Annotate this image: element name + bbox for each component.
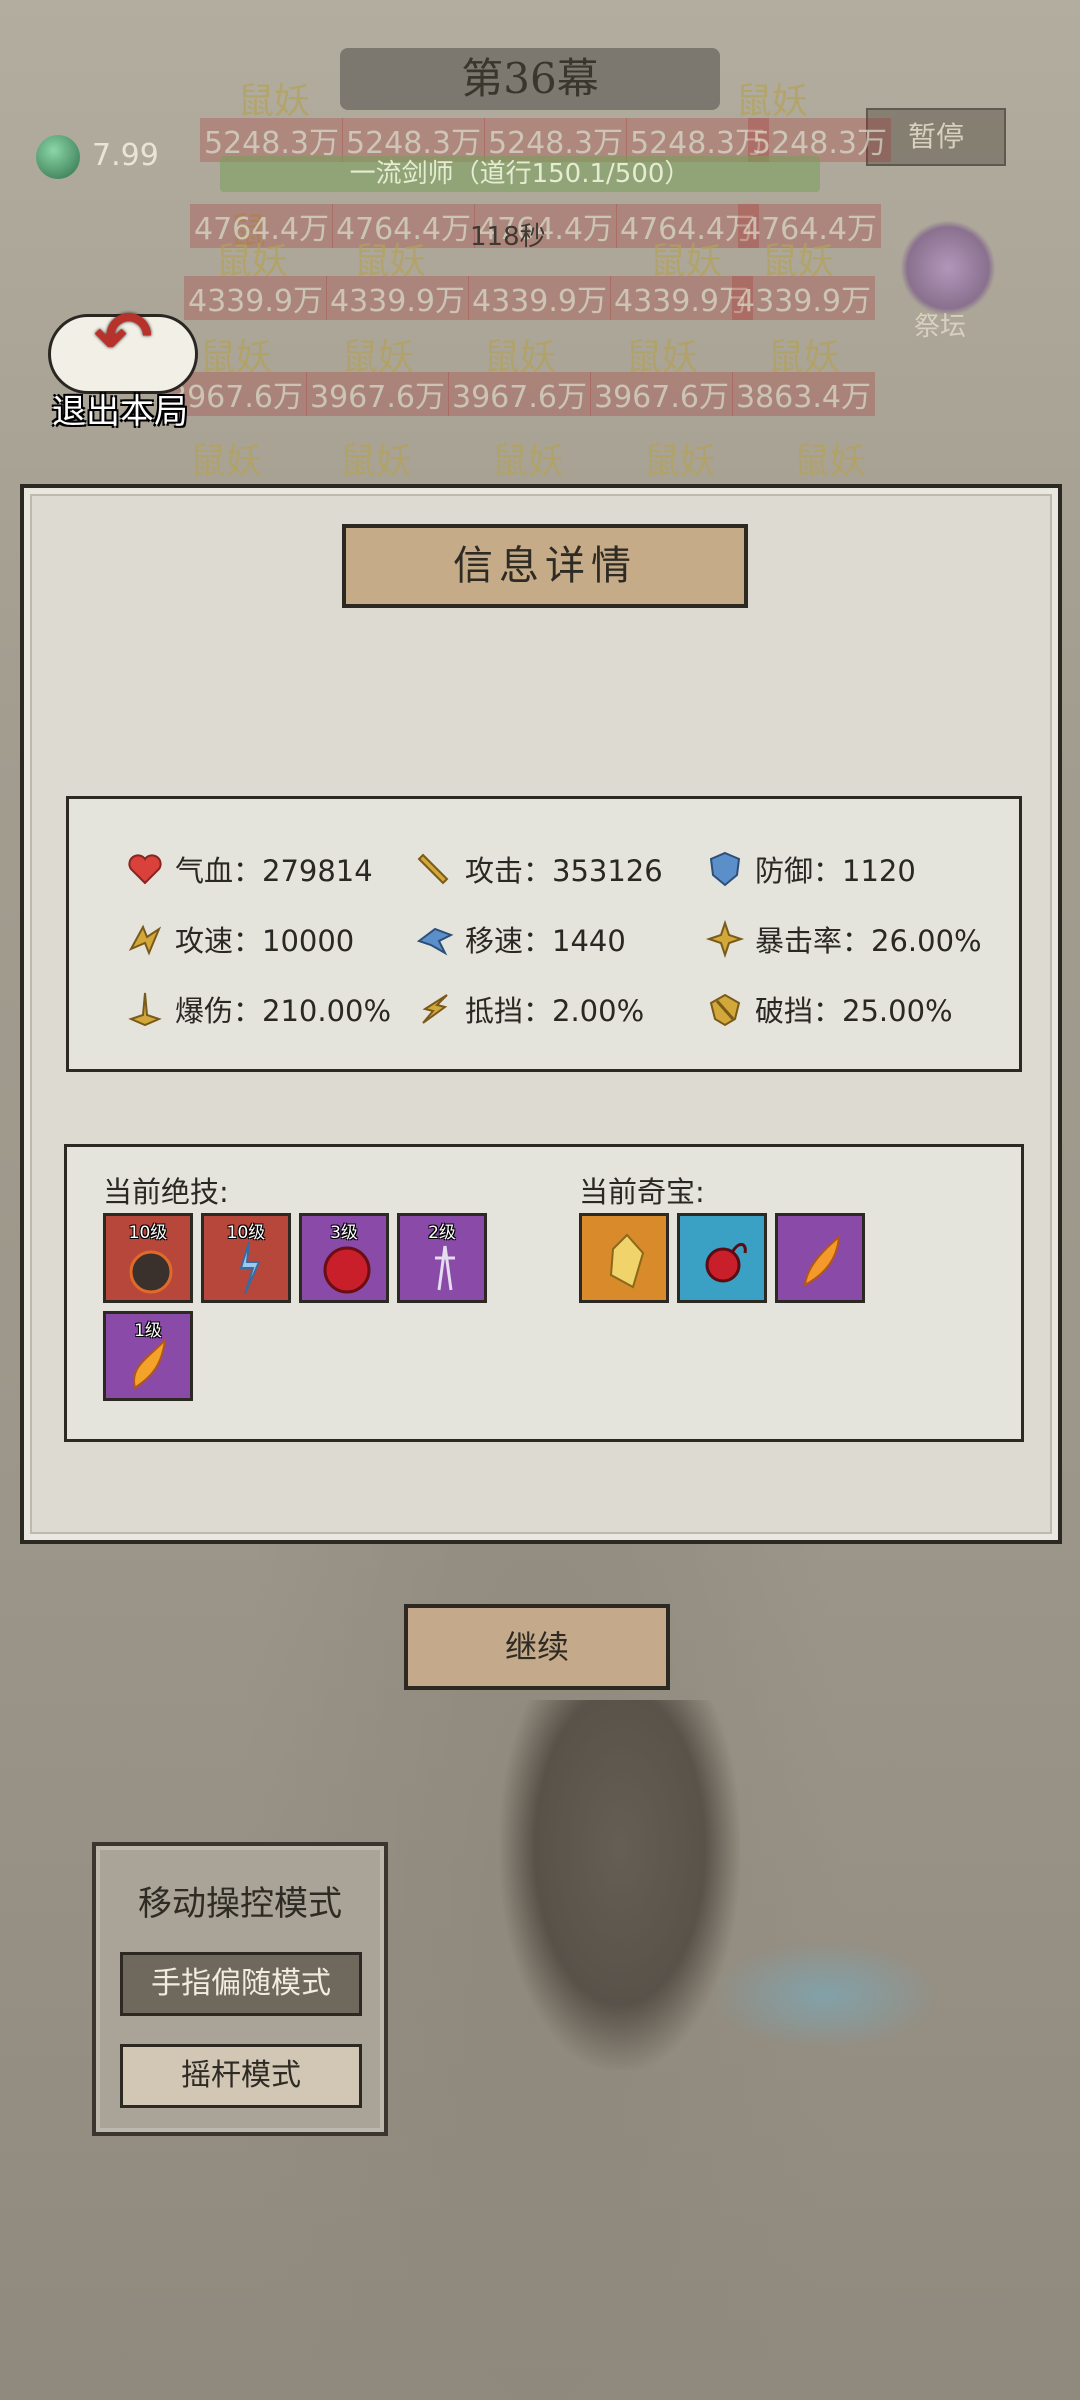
red-bead-treasure-icon (705, 1243, 747, 1283)
stat-attack-speed: 攻速：10000 (125, 917, 354, 961)
skill-slot[interactable]: 10级 (201, 1213, 291, 1303)
rank-progress-bar: 一流剑师（道行150.1/500） (220, 156, 820, 192)
stat-crit-rate: 暴击率：26.00% (705, 917, 982, 961)
dialog-title: 信息详情 (342, 524, 748, 608)
wave-timer: 118秒 (470, 222, 546, 252)
blood-orb-skill-icon (323, 1246, 371, 1294)
back-arrow-icon: ↶ (94, 296, 153, 378)
enemy-name: 鼠妖 (238, 81, 311, 122)
enemy-hp: 3967.6万 (448, 372, 591, 416)
enemy-hp: 3863.4万 (732, 372, 875, 416)
block-icon (422, 994, 448, 1024)
move-control-title: 移动操控模式 (138, 1884, 342, 1924)
crit-rate-icon (705, 919, 745, 959)
info-dialog: 信息详情 气血：279814 攻击：353126 防御：1120 攻速：1000… (20, 484, 1062, 1544)
treasures-label: 当前奇宝: (579, 1175, 705, 1209)
stat-label: 爆伤：210.00% (175, 994, 392, 1028)
altar-icon[interactable] (900, 220, 996, 316)
stat-armor-break: 破挡：25.00% (705, 987, 953, 1031)
enemy-hp: 4339.9万 (732, 276, 875, 320)
sword-icon (417, 853, 449, 885)
shield-icon (709, 851, 741, 887)
joystick-mode-button[interactable]: 摇杆模式 (120, 2044, 362, 2108)
stat-attack: 攻击：353126 (415, 847, 663, 891)
gem-icon (36, 135, 80, 179)
stat-label: 移速：1440 (465, 924, 626, 958)
altar-label: 祭坛 (914, 312, 967, 342)
enemy-hp: 4339.9万 (468, 276, 611, 320)
treasure-slot[interactable] (677, 1213, 767, 1303)
stat-label: 攻速：10000 (175, 924, 355, 958)
enemy-row: 鼠妖 鼠妖 鼠妖 鼠妖 鼠妖 3967.6万 3967.6万 3967.6万 3… (164, 328, 890, 416)
heart-icon (128, 854, 162, 885)
stat-label: 抵挡：2.00% (465, 994, 645, 1028)
stat-move-speed: 移速：1440 (415, 917, 626, 961)
treasure-slot[interactable] (579, 1213, 669, 1303)
armor-break-icon (709, 993, 741, 1027)
enemy-name: 鼠妖 (736, 81, 809, 122)
stat-label: 暴击率：26.00% (755, 924, 982, 958)
stat-defense: 防御：1120 (705, 847, 916, 891)
skill-slot[interactable]: 1级 (103, 1311, 193, 1401)
skill-slot[interactable]: 3级 (299, 1213, 389, 1303)
stats-panel: 气血：279814 攻击：353126 防御：1120 攻速：10000 移速：… (66, 796, 1022, 1072)
enemy-name: 鼠妖 (492, 441, 565, 482)
enemy-name: 鼠妖 (644, 441, 717, 482)
move-speed-icon (416, 927, 454, 956)
enemy-name: 鼠妖 (190, 441, 263, 482)
enemy-hp: 3967.6万 (590, 372, 733, 416)
enemy-name: 鼠妖 (794, 441, 867, 482)
exit-game-button[interactable]: ↶ 退出本局 (40, 296, 220, 432)
skills-label: 当前绝技: (103, 1175, 229, 1209)
enemy-row: 鼠妖 鼠妖 5248.3万 5248.3万 5248.3万 5248.3万 52… (170, 72, 891, 162)
stat-hp: 气血：279814 (125, 847, 373, 891)
move-control-panel: 移动操控模式 手指偏随模式 摇杆模式 (92, 1842, 388, 2136)
stat-block: 抵挡：2.00% (415, 987, 644, 1031)
hero-character (500, 1700, 740, 2070)
crit-damage-icon (128, 992, 162, 1027)
finger-follow-mode-button[interactable]: 手指偏随模式 (120, 1952, 362, 2016)
fire-feather-treasure-icon (803, 1234, 841, 1287)
skill-slot[interactable]: 10级 (103, 1213, 193, 1303)
spirit-skill-icon (435, 1245, 455, 1291)
stat-label: 防御：1120 (755, 854, 916, 888)
stat-label: 气血：279814 (175, 854, 373, 888)
flame-wing-skill-icon (132, 1336, 167, 1390)
enemy-hp: 3967.6万 (306, 372, 449, 416)
spirit-bird (710, 1940, 940, 2050)
lightning-skill-icon (239, 1241, 261, 1295)
meteor-skill-icon (129, 1250, 173, 1294)
treasure-slot[interactable] (775, 1213, 865, 1303)
enemy-hp: 4339.9万 (326, 276, 469, 320)
attack-speed-icon (128, 924, 162, 956)
skills-treasures-panel: 当前绝技: 当前奇宝: 10级 10级 3级 2级 1级 (64, 1144, 1024, 1442)
gold-crystal-treasure-icon (609, 1233, 645, 1289)
skill-slot[interactable]: 2级 (397, 1213, 487, 1303)
timer-value: 7.99 (92, 138, 159, 173)
stat-crit-damage: 爆伤：210.00% (125, 987, 391, 1031)
enemy-name: 鼠妖 (340, 441, 413, 482)
exit-label: 退出本局 (52, 392, 188, 432)
continue-button[interactable]: 继续 (404, 1604, 670, 1690)
stat-label: 破挡：25.00% (755, 994, 953, 1028)
stat-label: 攻击：353126 (465, 854, 663, 888)
